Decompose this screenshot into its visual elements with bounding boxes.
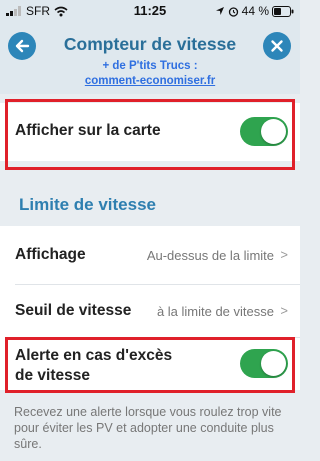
section-title-speed-limit: Limite de vitesse	[19, 195, 157, 214]
location-arrow-icon	[215, 7, 224, 15]
page-header: Compteur de vitesse + de P'tits Trucs : …	[0, 22, 300, 94]
page-title: Compteur de vitesse	[63, 34, 237, 54]
battery-percent: 44 %	[241, 4, 269, 18]
alarm-icon	[228, 6, 238, 17]
highlight-box-map	[5, 99, 295, 170]
status-bar: SFR 11:25 44 %	[0, 0, 300, 22]
display-value: Au-dessus de la limite	[146, 248, 274, 263]
arrow-left-icon	[15, 39, 30, 53]
close-button[interactable]	[263, 32, 291, 60]
display-label: Affichage	[15, 246, 86, 263]
alert-description: Recevez une alerte lorsque vous roulez t…	[14, 405, 282, 451]
back-button[interactable]	[8, 32, 36, 60]
status-right: 44 %	[215, 4, 294, 18]
highlight-box-alert	[5, 337, 295, 393]
close-icon	[271, 40, 283, 52]
threshold-row[interactable]: Seuil de vitesse à la limite de vitesse …	[0, 285, 300, 337]
watermark-line-1: + de P'tits Trucs :	[102, 60, 198, 72]
display-row[interactable]: Affichage Au-dessus de la limite >	[0, 226, 300, 284]
chevron-right-icon: >	[280, 247, 288, 262]
watermark-link[interactable]: comment-economiser.fr	[0, 75, 300, 87]
threshold-value: à la limite de vitesse	[156, 304, 274, 319]
threshold-label: Seuil de vitesse	[15, 302, 132, 319]
battery-icon	[272, 5, 294, 17]
chevron-right-icon: >	[280, 303, 288, 318]
